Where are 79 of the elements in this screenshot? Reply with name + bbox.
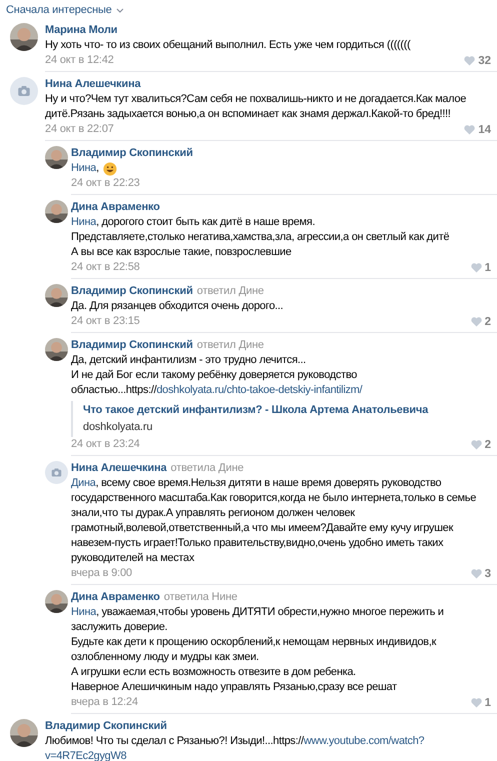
comment-text: И не дай Бог если такому ребёнку доверяется руководство	[71, 368, 358, 383]
heart-icon	[470, 316, 482, 326]
author-name[interactable]: Марина Моли	[45, 23, 118, 38]
mention-link[interactable]: Нина	[71, 215, 96, 230]
comment-text: навезем-пусть играет!Только правительству,видно,очень удобно иметь таких	[71, 536, 444, 551]
heart-icon	[464, 56, 476, 66]
comment-text: областью...https://doshkolyata.ru/chto-takoe-detskiy-infantilizm/	[71, 383, 364, 398]
mention-link[interactable]: Нина	[71, 605, 96, 620]
preview-domain: doshkolyata.ru	[83, 420, 154, 435]
comment-text: Будьте как дети к прощению оскорблений,к немощам нервных индивидов,к	[71, 635, 438, 650]
comment-date: 24 окт в 22:07	[45, 122, 114, 137]
reply-to-text: ответила Дине	[170, 461, 244, 476]
author-name[interactable]: Дина Авраменко	[71, 590, 160, 605]
like-button[interactable]: 32	[464, 54, 491, 66]
comment-date: 24 окт в 23:15	[71, 314, 140, 329]
url-link[interactable]: v=4R7Ec2gygW8	[45, 749, 126, 761]
heart-icon	[470, 440, 482, 450]
like-button[interactable]: 2	[470, 316, 491, 328]
author-name[interactable]: Владимир Скопинский	[45, 719, 167, 734]
comment-date: 24 окт в 22:23	[71, 176, 140, 191]
like-button[interactable]: 1	[470, 262, 491, 274]
user-avatar[interactable]	[10, 719, 38, 747]
comment-date: 24 окт в 12:42	[45, 53, 114, 68]
comment-text: Да. Для рязанцев обходится очень дорого...	[71, 299, 284, 314]
comment-text: Да, детский инфантилизм - это трудно лечится...	[71, 353, 307, 368]
sort-dropdown[interactable]: Сначала интересные	[0, 4, 124, 16]
user-avatar[interactable]	[45, 146, 68, 169]
mention-link[interactable]: Дина	[71, 476, 96, 491]
user-avatar[interactable]	[45, 284, 68, 307]
comment-date: 24 окт в 23:24	[71, 437, 140, 452]
comment-text: государственного масштаба.Как говорится,когда не было интернета,только в семье	[71, 491, 478, 506]
author-name[interactable]: Дина Авраменко	[71, 200, 160, 215]
user-avatar[interactable]	[45, 338, 68, 361]
author-name[interactable]: Нина Алешечкина	[71, 461, 167, 476]
like-button[interactable]: 14	[464, 124, 491, 136]
author-name[interactable]: Нина Алешечкина	[45, 77, 141, 92]
comment-text: Наверное Алешичкиным надо управлять Рязанью,сразу все решат	[71, 680, 398, 695]
comment-text: грамотный,волевой,ответственный,а что мы имеем?Давайте ему кучу игрушек	[71, 521, 454, 536]
reply-to-text: ответил Дине	[196, 284, 264, 299]
author-name[interactable]: Владимир Скопинский	[71, 146, 193, 161]
user-avatar[interactable]	[45, 200, 68, 223]
comment-text: А вы все как взрослые такие, повзрослевшие	[71, 245, 292, 260]
comment-text: Нина, дорогого стоит быть как дитё в наше время.	[71, 215, 316, 230]
comment-date: 24 окт в 22:58	[71, 260, 140, 275]
like-button[interactable]: 1	[470, 696, 491, 708]
comment-text: заслужить доверие.	[71, 620, 168, 635]
heart-icon	[470, 568, 482, 578]
preview-title[interactable]: Что такое детский инфантилизм? - Школа Артема Анатольевича	[83, 402, 497, 419]
comment-text: Любимов! Что ты сделал с Рязанью?! Изыди!...https://www.youtube.com/watch?	[45, 734, 426, 749]
chevron-down-icon	[116, 8, 124, 12]
mention-link[interactable]: Нина	[71, 161, 96, 176]
comment-text: Представляете,столько негатива,хамства,зла, агрессии,а он светлый как дитё	[71, 230, 450, 245]
comment-text: руководителей на местах	[71, 551, 196, 566]
comment-text: Ну хоть что- то из своих обещаний выполнил. Есть уже чем гордиться (((((((	[45, 38, 412, 53]
heart-icon	[470, 262, 482, 272]
comment-text: Дина, всему свое время.Нельзя дитяти в наше время доверять руководство	[71, 476, 442, 491]
comment-text: А игрушки если есть возможность отвезите в дом ребенка.	[71, 665, 357, 680]
heart-icon	[470, 698, 482, 708]
reply-to-text: ответил Дине	[196, 338, 264, 353]
like-button[interactable]: 2	[470, 438, 491, 450]
comment-date: вчера в 12:24	[71, 695, 138, 710]
heart-icon	[464, 124, 476, 134]
comment-text: дитё.Рязань задыхается вонью,а он вспоминает как знамя держал.Какой-то бред!!!!	[45, 107, 452, 122]
link-preview[interactable]: Что такое детский инфантилизм? - Школа Артема Анатольевича doshkolyata.ru	[71, 401, 497, 437]
comment-text: знали,что ты дурак.А управлять регионом должен человек	[71, 506, 356, 521]
user-avatar[interactable]	[10, 23, 38, 51]
author-name[interactable]: Владимир Скопинский	[71, 338, 193, 353]
url-link[interactable]: www.youtube.com/watch?	[304, 734, 424, 749]
like-button[interactable]: 3	[470, 568, 491, 580]
comment-text: озлобленному люду и мудры как змеи.	[71, 650, 260, 665]
grinning-emoji-icon	[102, 162, 117, 176]
url-link[interactable]: doshkolyata.ru/chto-takoe-detskiy-infantilizm/	[156, 383, 362, 398]
comment-date: вчера в 9:00	[71, 566, 132, 581]
user-avatar[interactable]	[45, 590, 68, 613]
comment-text: Нина,	[71, 161, 497, 176]
comment-text: Нина, уважаемая,чтобы уровень ДИТЯТИ обрести,нужно многое пережить и	[71, 605, 445, 620]
comment-text: Ну и что?Чем тут хвалиться?Сам себя не похвалишь-никто и не догадается.Как малое	[45, 92, 468, 107]
author-name[interactable]: Владимир Скопинский	[71, 284, 193, 299]
reply-to-text: ответила Нине	[164, 590, 238, 605]
